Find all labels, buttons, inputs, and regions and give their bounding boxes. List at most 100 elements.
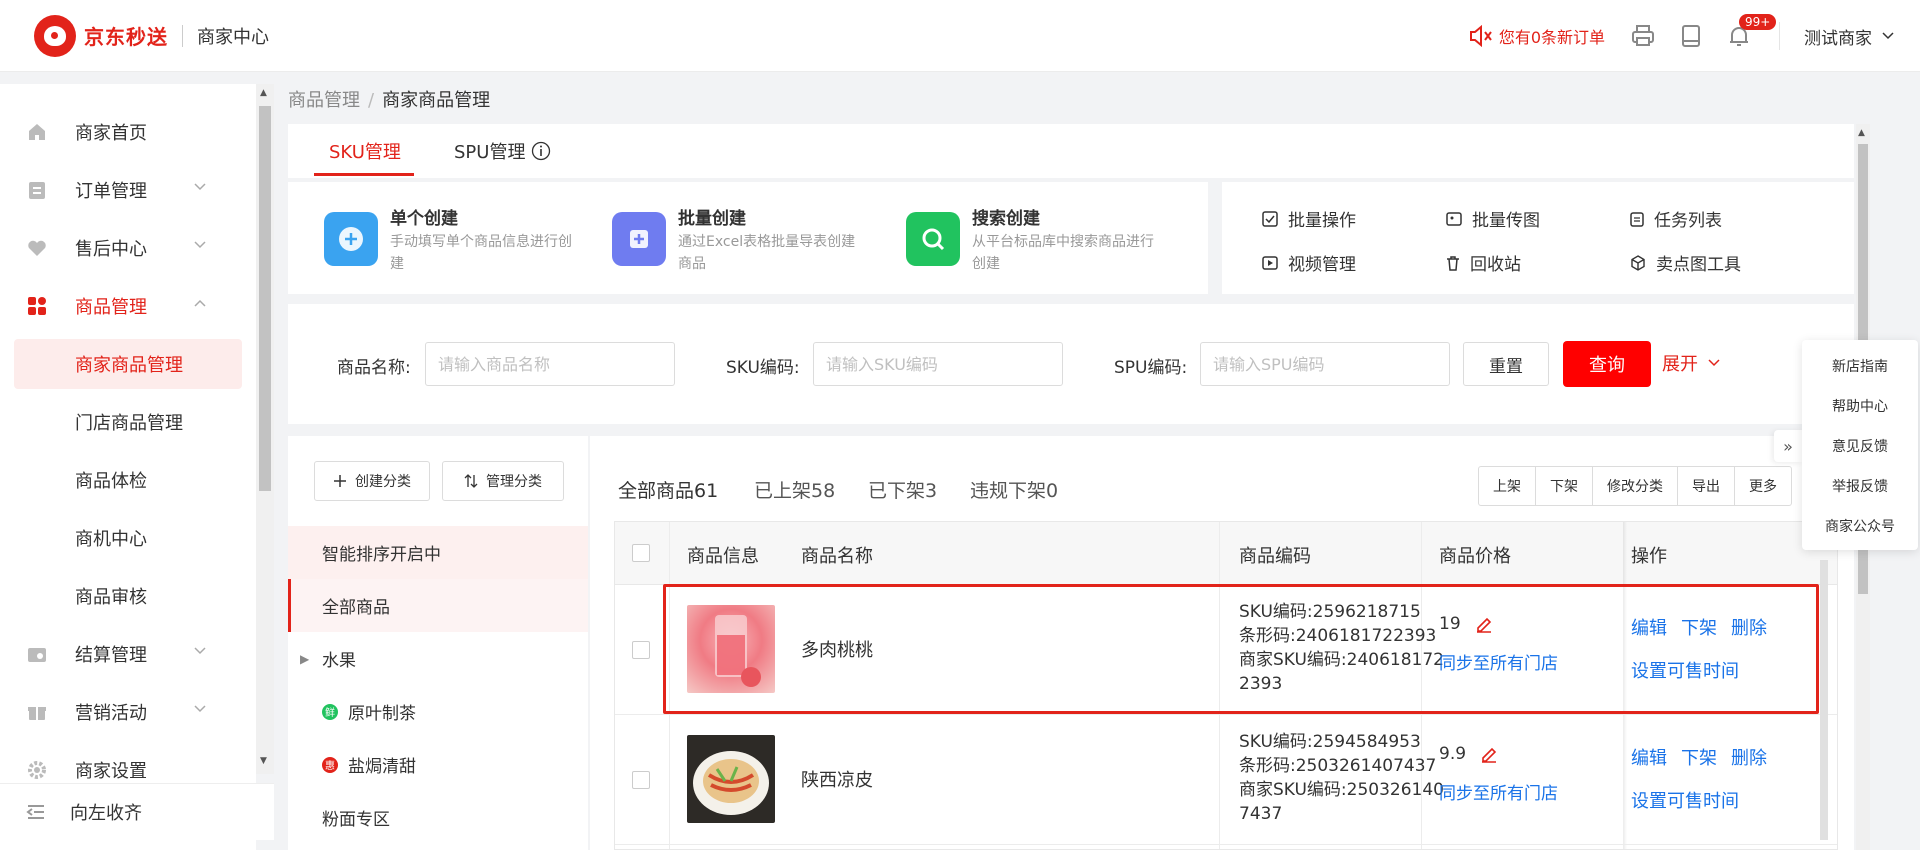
new-store-guide-link[interactable]: 新店指南 [1802,356,1918,376]
tool-label: 视频管理 [1288,255,1356,275]
category-label: 水果 [322,651,356,671]
status-tab-off-shelf[interactable]: 已下架3 [868,476,937,503]
category-fruit[interactable]: ▶ 水果 [288,632,588,685]
brand-logo[interactable]: 京东秒送 商家中心 [34,14,269,57]
spu-code-input[interactable] [1200,342,1450,386]
row-checkbox[interactable] [632,771,650,789]
create-single-card[interactable]: 单个创建 手动填写单个商品信息进行创建 [324,204,580,275]
category-all-products[interactable]: 全部商品 [288,579,588,632]
batch-upload-image-tool[interactable]: 批量传图 [1446,206,1540,231]
shelf-off-button[interactable]: 下架 [1536,467,1593,505]
manage-category-label: 管理分类 [486,474,542,490]
official-account-link[interactable]: 商家公众号 [1802,516,1918,536]
video-management-tool[interactable]: 视频管理 [1262,250,1356,275]
bell-icon[interactable]: 99+ [1727,14,1777,48]
sidebar-subitem-merchant-products[interactable]: 商家商品管理 [14,339,242,389]
tools-panel: 批量操作 批量传图 任务列表 视频管理 回收站 卖点图工具 [1222,182,1854,294]
sync-all-stores-link[interactable]: 同步至所有门店 [1439,779,1558,804]
clipboard-icon [1630,211,1644,227]
printer-icon[interactable] [1631,24,1655,48]
sidebar-item-settlement[interactable]: 结算管理 [0,625,256,683]
float-menu-toggle[interactable]: » [1774,430,1802,462]
edit-price-icon[interactable] [1475,615,1493,633]
sku-code-input[interactable] [813,342,1063,386]
sidebar-subitem-review[interactable]: 商品审核 [0,567,256,625]
category-smart-sort[interactable]: 智能排序开启中 [288,526,588,579]
product-name: 多肉桃桃 [801,640,873,661]
set-sale-time-link[interactable]: 设置可售时间 [1631,657,1739,683]
category-snack[interactable]: 惠 盐焗清甜 [288,738,588,791]
create-category-button[interactable]: 创建分类 [314,461,430,501]
tab-active-indicator [314,173,414,176]
scroll-down-arrow-icon[interactable]: ▼ [260,756,267,766]
manage-category-button[interactable]: 管理分类 [442,461,564,501]
brand-name: 京东秒送 [84,25,168,49]
scroll-up-arrow-icon[interactable]: ▲ [260,88,267,98]
tab-spu[interactable]: SPU管理 [454,138,551,164]
tab-spu-label: SPU管理 [454,142,526,163]
selling-point-image-tool[interactable]: 卖点图工具 [1630,250,1741,275]
feedback-link[interactable]: 意见反馈 [1802,436,1918,456]
create-search-card[interactable]: 搜索创建 从平台标品库中搜索商品进行创建 [906,204,1162,275]
delete-link[interactable]: 删除 [1731,748,1767,769]
sidebar-item-aftersale[interactable]: 售后中心 [0,219,256,277]
product-image-peach-drink[interactable] [687,605,775,693]
sidebar-scrollbar[interactable]: ▲ ▼ [256,84,274,774]
status-tab-on-shelf[interactable]: 已上架58 [754,476,835,503]
create-search-title: 搜索创建 [972,209,1040,229]
sidebar-subitem-product-check[interactable]: 商品体检 [0,451,256,509]
row-checkbox[interactable] [632,641,650,659]
product-image-cold-noodles[interactable] [687,735,775,823]
help-center-link[interactable]: 帮助中心 [1802,396,1918,416]
collapse-sidebar-button[interactable]: 向左收齐 [0,783,274,840]
sync-all-stores-link[interactable]: 同步至所有门店 [1439,649,1558,674]
info-icon[interactable] [531,141,551,161]
user-menu[interactable]: 测试商家 [1804,24,1894,49]
edit-link[interactable]: 编辑 [1631,748,1667,769]
edit-price-icon[interactable] [1480,745,1498,763]
recycle-bin-tool[interactable]: 回收站 [1446,250,1521,275]
scroll-up-arrow-icon[interactable]: ▲ [1858,128,1865,138]
edit-link[interactable]: 编辑 [1631,618,1667,639]
shelf-on-button[interactable]: 上架 [1479,467,1536,505]
status-tab-all[interactable]: 全部商品61 [618,476,718,503]
more-button[interactable]: 更多 [1735,467,1791,505]
new-order-alert[interactable]: 您有0条新订单 [1469,24,1605,48]
tab-sku[interactable]: SKU管理 [329,138,401,164]
task-list-tool[interactable]: 任务列表 [1630,206,1722,231]
sidebar-item-orders[interactable]: 订单管理 [0,161,256,219]
batch-operation-tool[interactable]: 批量操作 [1262,206,1356,231]
tool-label: 回收站 [1470,255,1521,275]
category-noodle[interactable]: 粉面专区 [288,791,588,844]
product-name-input[interactable] [425,342,675,386]
tablet-icon[interactable] [1679,24,1703,48]
sidebar-item-marketing[interactable]: 营销活动 [0,683,256,741]
set-sale-time-link[interactable]: 设置可售时间 [1631,787,1739,813]
category-label: 盐焗清甜 [348,757,416,777]
product-name-label: 商品名称: [337,358,411,378]
category-tea[interactable]: 鲜 原叶制茶 [288,685,588,738]
take-off-shelf-link[interactable]: 下架 [1681,618,1717,639]
export-button[interactable]: 导出 [1678,467,1735,505]
create-batch-card[interactable]: 批量创建 通过Excel表格批量导表创建商品 [612,204,868,275]
sidebar: 商家首页 订单管理 售后中心 商品管理 商家商品管理 门店商品管理 商品体检 商… [0,84,256,850]
query-button[interactable]: 查询 [1563,341,1651,387]
change-category-button[interactable]: 修改分类 [1593,467,1678,505]
sidebar-scroll-thumb[interactable] [259,106,271,491]
take-off-shelf-link[interactable]: 下架 [1681,748,1717,769]
chevron-down-icon [194,241,206,249]
table-scrollbar[interactable] [1820,560,1828,840]
select-all-checkbox[interactable] [632,544,650,562]
breadcrumb-parent[interactable]: 商品管理 [288,90,360,111]
sidebar-item-products[interactable]: 商品管理 [0,277,256,335]
sidebar-item-home[interactable]: 商家首页 [0,103,256,161]
expand-filter-toggle[interactable]: 展开 [1662,350,1720,376]
delete-link[interactable]: 删除 [1731,618,1767,639]
sidebar-subitem-opportunity[interactable]: 商机中心 [0,509,256,567]
reset-button[interactable]: 重置 [1463,342,1549,386]
report-link[interactable]: 举报反馈 [1802,476,1918,496]
chevron-down-icon [194,647,206,655]
status-tab-violation[interactable]: 违规下架0 [970,476,1058,503]
caret-right-icon[interactable]: ▶ [300,652,309,666]
sidebar-subitem-store-products[interactable]: 门店商品管理 [0,393,256,451]
